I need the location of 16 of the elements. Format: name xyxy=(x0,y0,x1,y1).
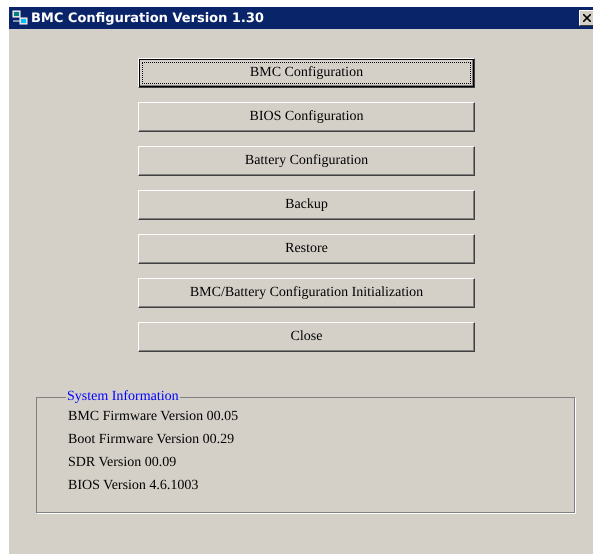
info-text: BIOS Version 4.6.1003 xyxy=(68,478,200,494)
dialog-button[interactable]: BIOS Configuration xyxy=(138,102,475,132)
network-computer-icon xyxy=(12,10,28,26)
info-text: BMC Firmware Version 00.05 xyxy=(68,409,240,425)
close-icon xyxy=(583,14,591,22)
group-title: System Information xyxy=(66,389,180,405)
dialog-button[interactable]: BMC/Battery Configuration Initialization xyxy=(138,278,475,308)
dialog-button[interactable]: BMC Configuration xyxy=(138,58,475,88)
dialog-button[interactable]: Backup xyxy=(138,190,475,220)
dialog-button[interactable]: Battery Configuration xyxy=(138,146,475,176)
dialog-button[interactable]: Close xyxy=(138,322,475,352)
dialog-button[interactable]: Restore xyxy=(138,234,475,264)
window-title: BMC Configuration Version 1.30 xyxy=(31,10,265,26)
info-text: Boot Firmware Version 00.29 xyxy=(68,432,236,448)
close-button[interactable] xyxy=(579,10,593,26)
info-text: SDR Version 00.09 xyxy=(68,455,178,471)
